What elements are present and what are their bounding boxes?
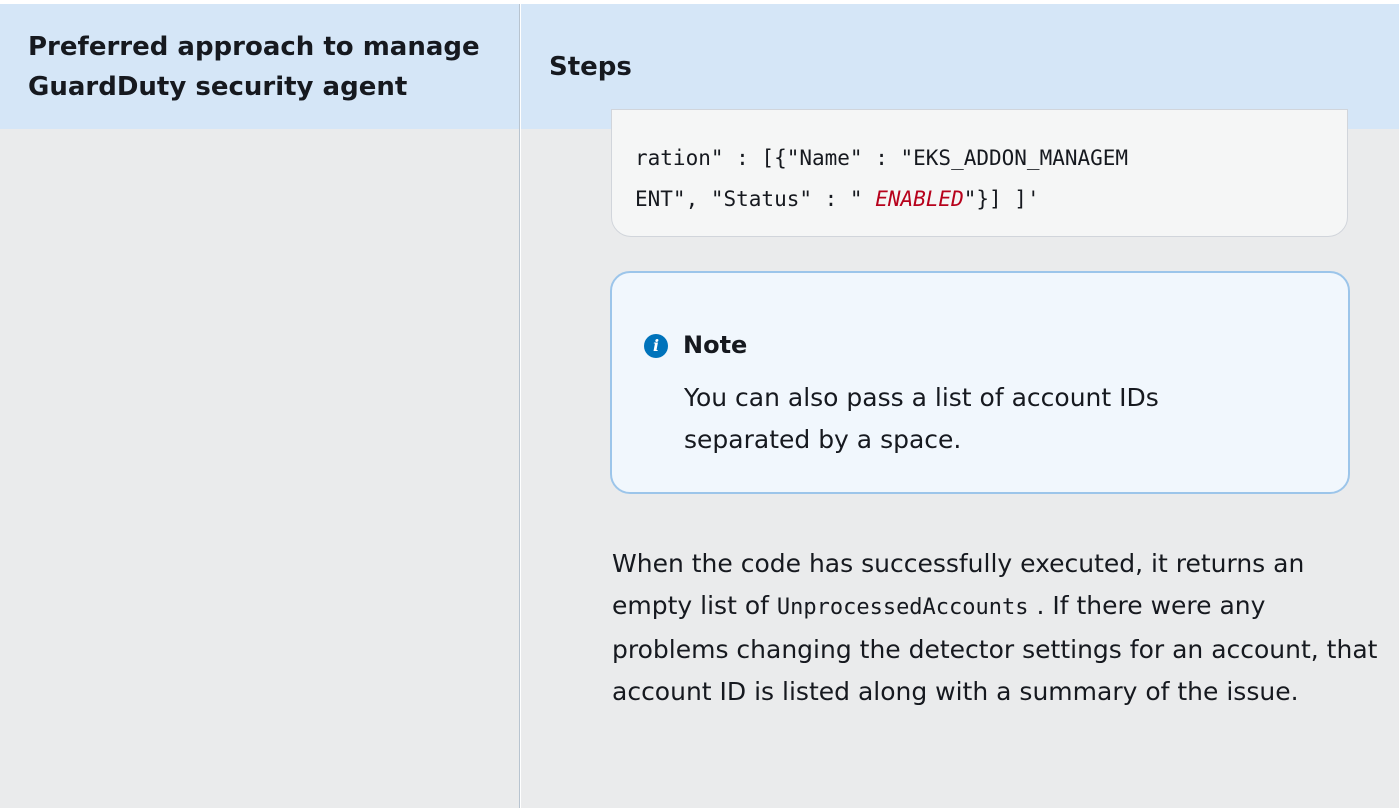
code-line-2-suffix: "}] ]' [963, 187, 1040, 211]
code-enabled-value: ENABLED [875, 187, 964, 211]
steps-cell: ration" : [{"Name" : "EKS_ADDON_MANAGEM … [521, 109, 1399, 808]
code-line-2-prefix: ENT", "Status" : " [635, 187, 876, 211]
code-block[interactable]: ration" : [{"Name" : "EKS_ADDON_MANAGEM … [611, 109, 1348, 237]
info-icon: i [644, 334, 668, 358]
header-approach-line-2: GuardDuty security agent [28, 72, 408, 102]
header-approach: Preferred approach to manage GuardDuty s… [28, 27, 480, 107]
code-line-2: ENT", "Status" : " ENABLED"}] ]' [635, 184, 1040, 214]
header-approach-cell: Preferred approach to manage GuardDuty s… [0, 4, 520, 129]
result-paragraph: When the code has successfully executed,… [612, 543, 1382, 713]
unprocessed-accounts-code: UnprocessedAccounts [776, 595, 1029, 620]
guardduty-agent-table: Preferred approach to manage GuardDuty s… [0, 0, 1399, 808]
approach-cell [0, 129, 520, 808]
header-steps: Steps [549, 52, 632, 82]
header-approach-line-1: Preferred approach to manage [28, 32, 480, 62]
code-line-1: ration" : [{"Name" : "EKS_ADDON_MANAGEM [635, 146, 1129, 170]
note-text: You can also pass a list of account IDs … [684, 383, 1159, 454]
note-callout: i Note You can also pass a list of accou… [610, 271, 1350, 494]
note-title: Note [683, 331, 748, 359]
